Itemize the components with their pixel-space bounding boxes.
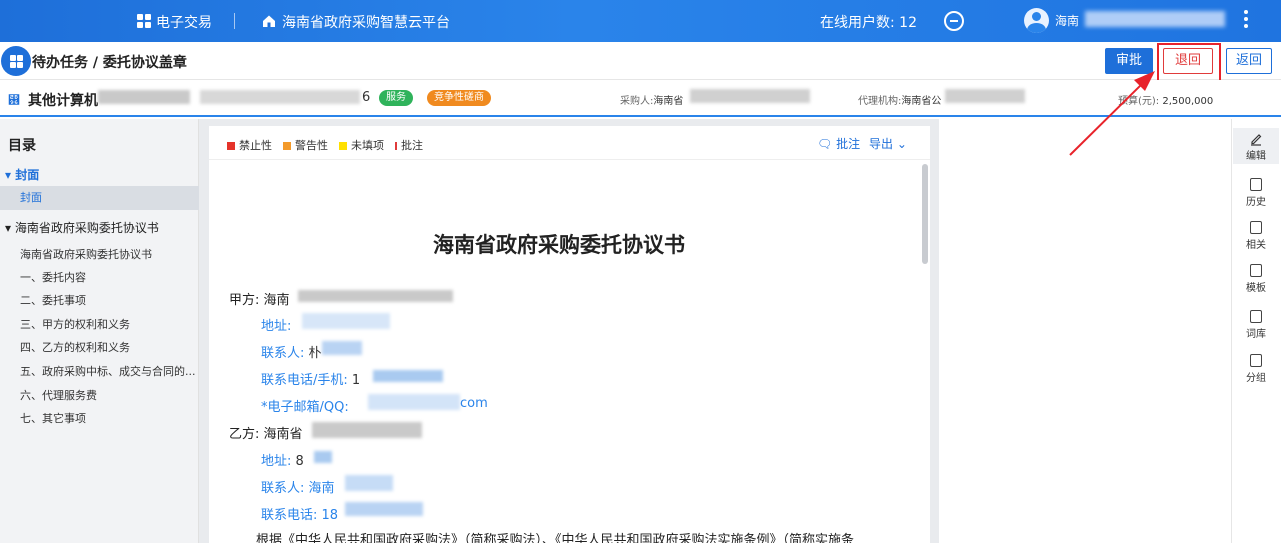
vocabulary-button[interactable]: 词库	[1233, 310, 1279, 340]
party-a-line: 甲方: 海南	[229, 293, 290, 308]
related-icon	[1250, 221, 1262, 234]
document-body-text: 根据《中华人民共和国政府采购法》（简称采购法）、《中华人民共和国政府采购法实施条…	[256, 533, 855, 543]
template-icon	[1250, 264, 1262, 277]
toc-group-agreement[interactable]: ▾ 海南省政府采购委托协议书	[5, 219, 159, 236]
redacted-text	[373, 370, 443, 382]
redacted-text	[298, 290, 453, 302]
toc-item[interactable]: 海南省政府采购委托协议书	[20, 246, 152, 262]
party-a-phone: 联系电话/手机: 1	[261, 373, 361, 388]
toc-item[interactable]: 二、委托事项	[20, 292, 86, 308]
document-toolbar: 禁止性 警告性 未填项 批注 🗨 批注 导出 ⌄	[209, 126, 930, 160]
project-info-bar: ⮖ 其他计算机 6 服务 竞争性磋商 采购人:海南省 代理机构:海南省公 预算(…	[0, 80, 1281, 117]
home-icon[interactable]	[262, 14, 276, 28]
toc-group-cover[interactable]: ▾ 封面	[5, 166, 39, 183]
toc-item[interactable]: 一、委托内容	[20, 269, 86, 285]
online-users-count: 在线用户数: 12	[820, 15, 917, 31]
redacted-text	[322, 341, 362, 355]
toc-item-cover[interactable]: 封面	[0, 186, 199, 210]
legend-prohibited: 禁止性	[227, 137, 272, 153]
redacted-user-info	[1085, 11, 1225, 27]
legend-unfilled: 未填项	[339, 137, 384, 153]
edit-button[interactable]: 编辑	[1233, 128, 1279, 164]
toc-item[interactable]: 四、乙方的权利和义务	[20, 339, 130, 355]
comment-icon: 🗨	[817, 137, 833, 151]
user-name[interactable]: 海南	[1055, 12, 1079, 29]
page-header: 待办任务 / 委托协议盖章	[0, 42, 1281, 80]
redacted-text	[314, 451, 332, 463]
party-b-contact: 联系人: 海南	[261, 481, 335, 496]
toc-item[interactable]: 五、政府采购中标、成交与合同的...	[20, 363, 196, 379]
avatar[interactable]	[1024, 8, 1049, 33]
right-panel	[939, 119, 1231, 543]
legend-warning: 警告性	[283, 137, 328, 153]
group-button[interactable]: 分组	[1233, 354, 1279, 384]
annotate-button[interactable]: 🗨 批注	[817, 135, 860, 152]
agent-info: 代理机构:海南省公	[858, 96, 942, 107]
project-number-suffix: 6	[362, 90, 371, 105]
more-options-icon[interactable]	[1244, 10, 1248, 30]
redacted-text	[345, 502, 423, 516]
related-button[interactable]: 相关	[1233, 221, 1279, 251]
service-tag: 服务	[379, 90, 413, 106]
toc-item[interactable]: 七、其它事项	[20, 410, 86, 426]
redacted-text	[945, 89, 1025, 103]
legend-annotation: 批注	[395, 137, 423, 153]
vocabulary-icon	[1250, 310, 1262, 323]
redacted-text	[302, 313, 390, 329]
history-icon	[1250, 178, 1262, 191]
budget-info: 预算(元): 2,500,000	[1118, 96, 1214, 107]
party-a-email: *电子邮箱/QQ:	[261, 400, 349, 415]
top-navbar: 电子交易 海南省政府采购智慧云平台 在线用户数: 12 海南	[0, 0, 1281, 42]
group-icon	[1250, 354, 1262, 367]
chevron-down-icon: ⌄	[896, 137, 907, 151]
back-button[interactable]: 返回	[1226, 48, 1272, 74]
party-b-phone: 联系电话: 18	[261, 508, 339, 523]
party-b-address: 地址: 8	[261, 454, 304, 469]
divider	[234, 13, 235, 29]
redacted-text	[98, 90, 190, 104]
layers-icon: ⮖	[8, 93, 20, 107]
approve-button[interactable]: 审批	[1105, 48, 1153, 74]
buyer-info: 采购人:海南省	[620, 96, 684, 107]
scrollbar[interactable]	[922, 164, 928, 264]
redacted-text	[312, 422, 422, 438]
toc-sidebar: 目录 ▾ 封面 封面 ▾ 海南省政府采购委托协议书 海南省政府采购委托协议书 一…	[0, 119, 199, 543]
document-heading: 海南省政府采购委托协议书	[433, 233, 685, 257]
redacted-text	[368, 394, 460, 410]
toc-item[interactable]: 六、代理服务费	[20, 387, 97, 403]
party-b-line: 乙方: 海南省	[229, 427, 303, 442]
procurement-method-tag: 竞争性磋商	[427, 90, 491, 106]
edit-icon	[1251, 134, 1262, 146]
highlight-box	[1157, 43, 1221, 82]
redacted-text	[690, 89, 810, 103]
party-a-email-suffix: com	[460, 396, 488, 411]
template-button[interactable]: 模板	[1233, 264, 1279, 294]
redacted-text	[200, 90, 360, 104]
party-a-address: 地址:	[261, 319, 292, 334]
project-name: 其他计算机	[28, 93, 98, 109]
platform-title[interactable]: 海南省政府采购智慧云平台	[282, 12, 450, 32]
ecommerce-link[interactable]: 电子交易	[156, 12, 212, 32]
apps-grid-icon[interactable]	[137, 14, 151, 28]
menu-grid-icon[interactable]	[1, 46, 31, 76]
redacted-text	[345, 475, 393, 491]
history-button[interactable]: 历史	[1233, 178, 1279, 208]
party-a-contact: 联系人: 朴	[261, 346, 322, 361]
chat-icon[interactable]	[944, 11, 964, 31]
toc-item[interactable]: 三、甲方的权利和义务	[20, 316, 130, 332]
export-dropdown[interactable]: 导出 ⌄	[869, 135, 907, 152]
page-title: 待办任务 / 委托协议盖章	[32, 55, 187, 71]
toc-title: 目录	[8, 138, 36, 154]
